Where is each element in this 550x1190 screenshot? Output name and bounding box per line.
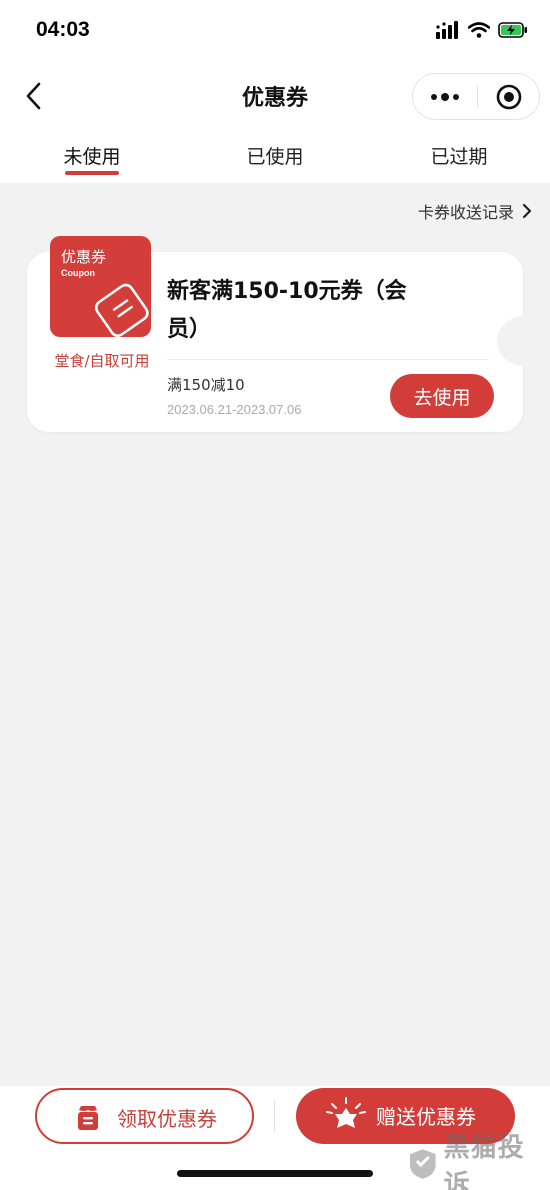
battery-charging-icon [498,22,528,42]
coupon-tile: 优惠券 Coupon [50,236,151,337]
usage-scope: 堂食/自取可用 [54,352,150,370]
get-coupons-label: 领取优惠券 [117,1107,217,1131]
wifi-icon [467,22,491,42]
chevron-right-icon [522,203,532,219]
status-time: 04:03 [36,18,90,41]
status-tabs: 未使用 已使用 已过期 [0,136,550,182]
coupon-record-label: 卡券收送记录 [417,203,514,222]
get-coupons-button[interactable]: 领取优惠券 [35,1088,254,1144]
home-indicator [177,1170,373,1177]
tab-unused[interactable]: 未使用 [22,142,162,169]
tab-expired[interactable]: 已过期 [389,142,529,169]
target-circle-icon [496,84,522,109]
send-coupons-label: 赠送优惠券 [376,1105,476,1129]
close-mini-program-button[interactable] [478,74,540,119]
status-bar: 04:03 [0,0,550,64]
coupon-tile-title: 优惠券 [61,248,107,266]
gift-flower-icon [326,1097,366,1128]
gift-box-icon [78,1106,98,1130]
coupon-ticket-icon [94,283,149,337]
coupon-record-link[interactable]: 卡券收送记录 [418,199,532,223]
card-divider [167,359,489,360]
watermark-logo-icon [409,1149,436,1179]
watermark-text: 黑猫投诉 [443,1133,525,1190]
signal-icon [436,21,460,43]
more-button[interactable] [413,74,477,119]
tab-used[interactable]: 已使用 [205,142,345,169]
coupon-rule: 满150减10 [167,376,245,394]
use-coupon-button[interactable]: 去使用 [390,374,494,418]
mini-program-capsule [412,73,540,120]
coupon-title: 新客满150-10元券（会员） [167,279,407,342]
coupon-valid-dates: 2023.06.21-2023.07.06 [167,402,302,417]
bottom-divider [274,1100,275,1132]
active-tab-indicator [65,171,119,175]
nav-bar: 优惠券 [0,66,550,126]
more-dots-icon [431,92,459,101]
coupon-notch [497,316,550,366]
watermark: 黑猫投诉 [408,1133,550,1190]
status-icons [436,20,528,44]
